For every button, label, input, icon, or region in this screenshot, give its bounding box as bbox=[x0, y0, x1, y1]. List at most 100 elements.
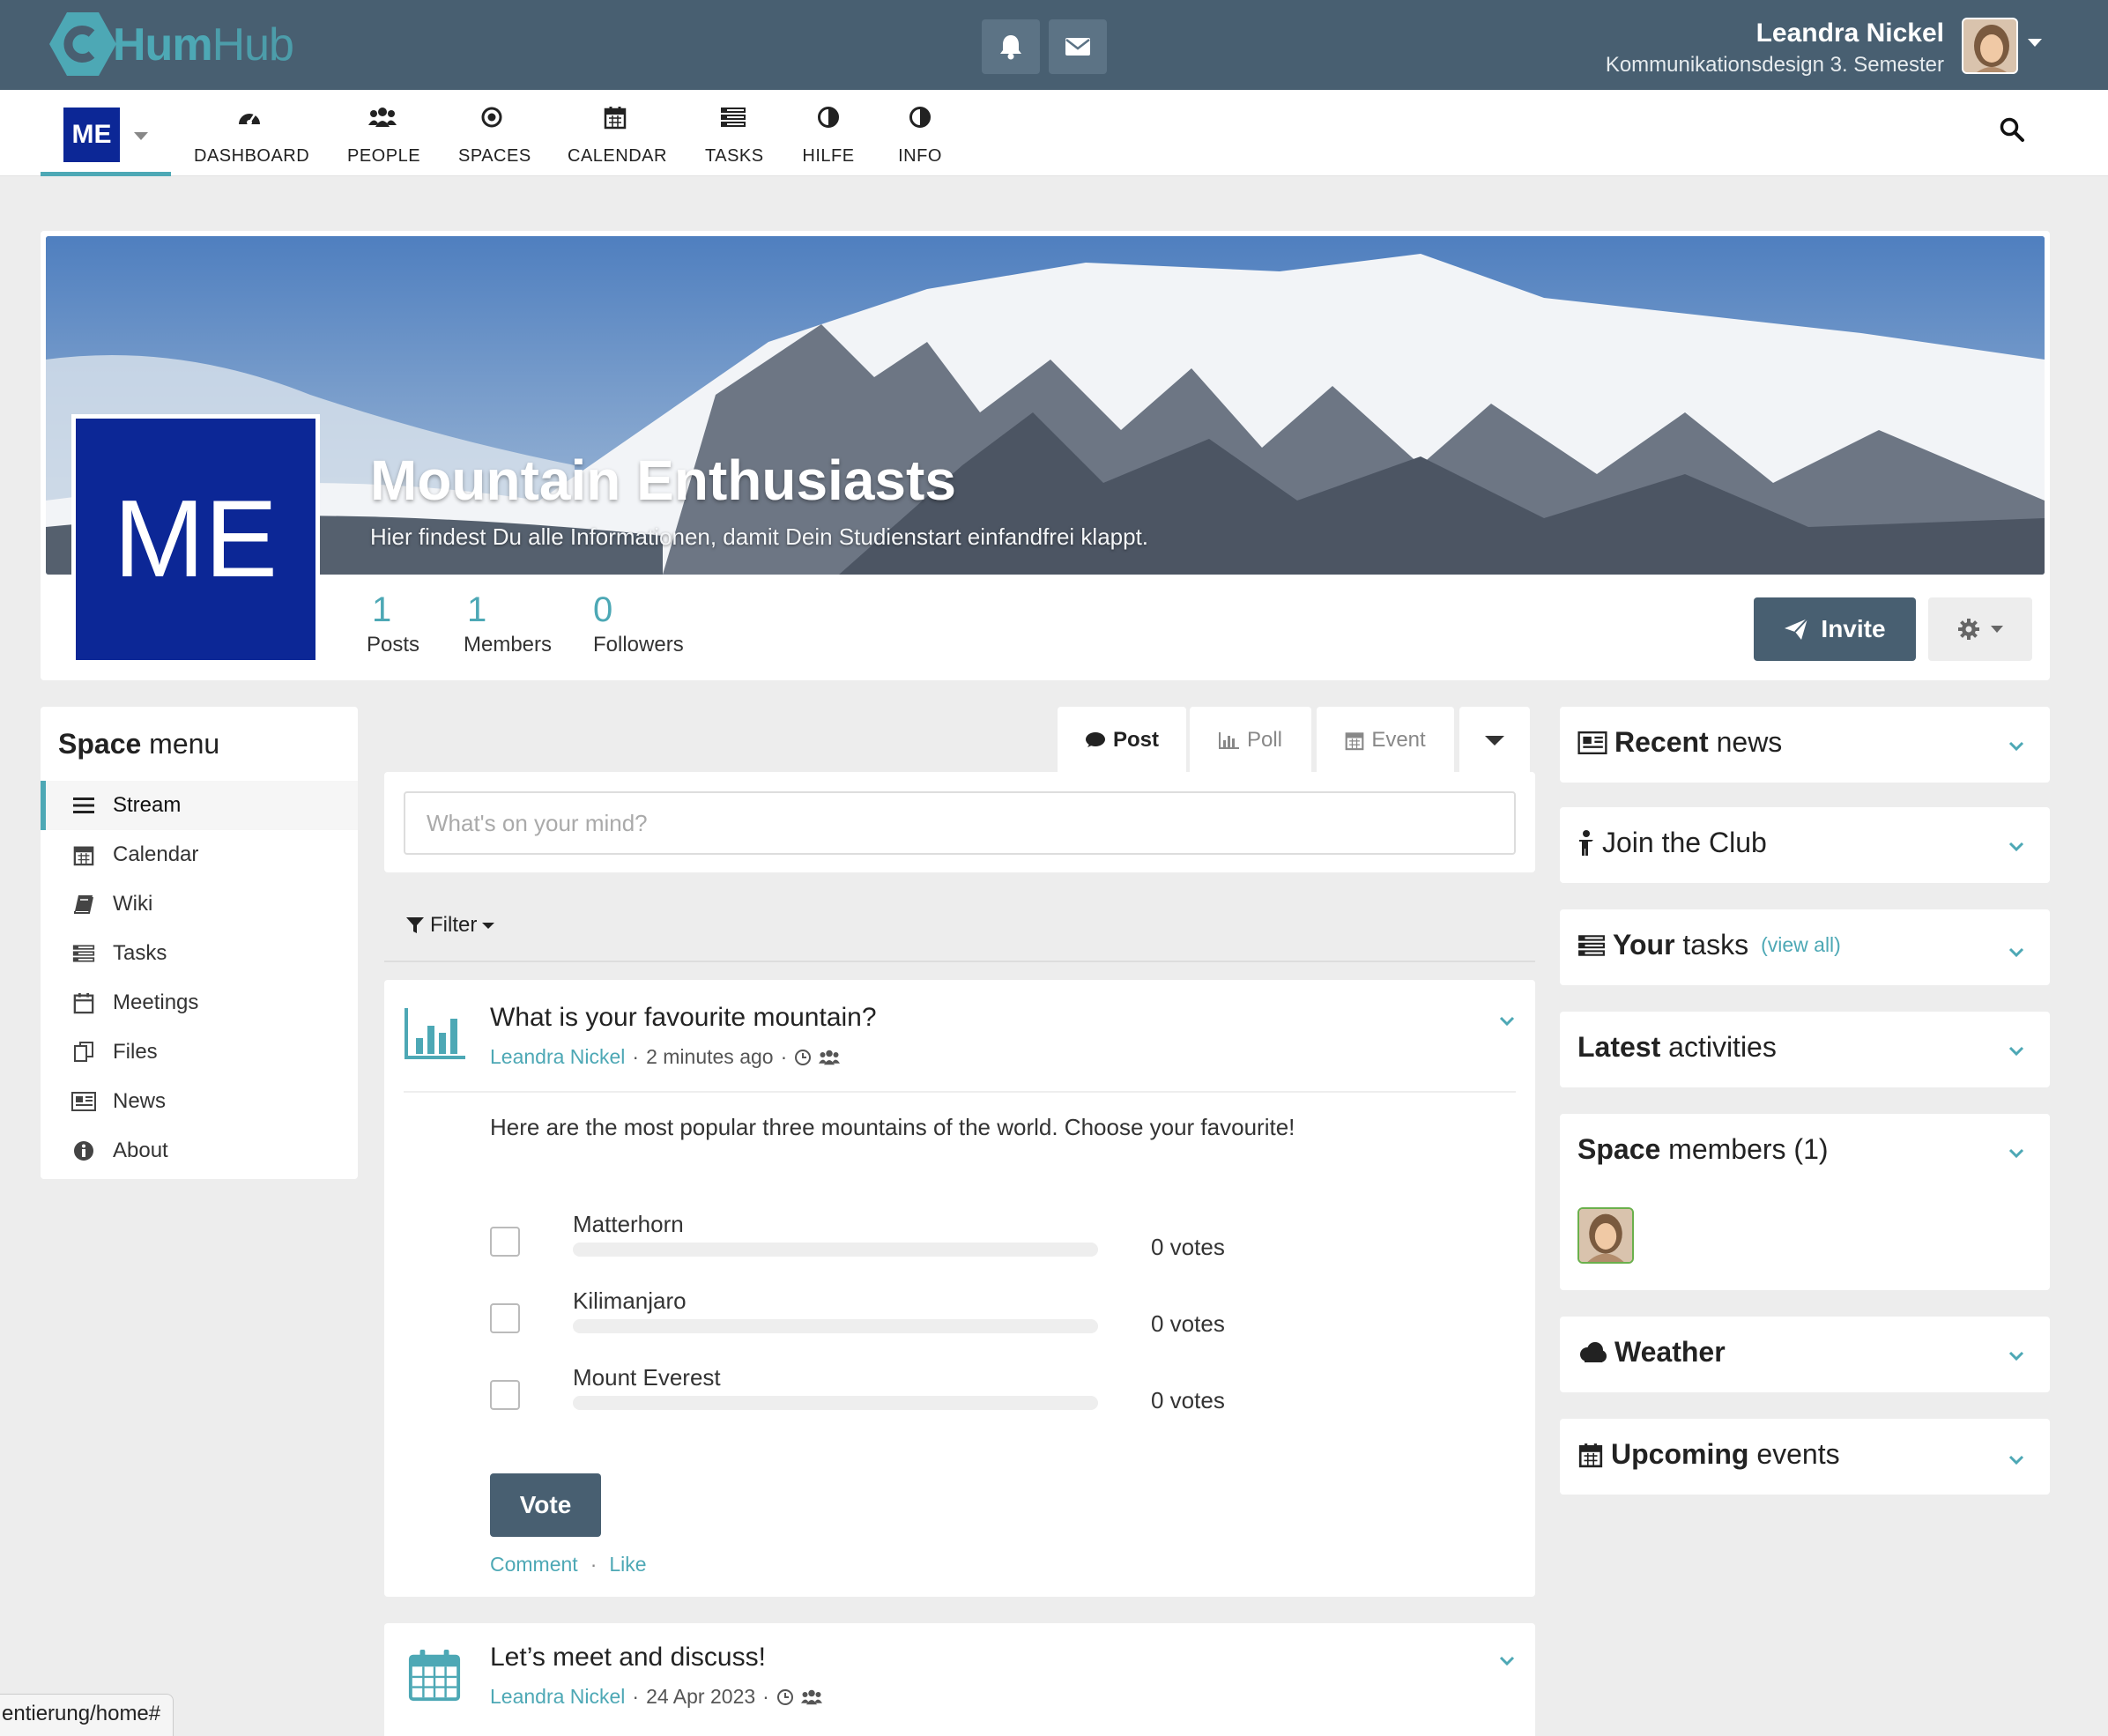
vote-button[interactable]: Vote bbox=[490, 1473, 601, 1537]
person-icon bbox=[1579, 829, 1593, 856]
comment-link[interactable]: Comment bbox=[490, 1553, 578, 1576]
chevron-down-icon[interactable] bbox=[2006, 941, 2027, 962]
messages-button[interactable] bbox=[1049, 19, 1107, 74]
invite-button[interactable]: Invite bbox=[1754, 597, 1916, 661]
nav-calendar[interactable]: CALENDAR bbox=[568, 102, 666, 173]
humhub-logo[interactable]: HumHub bbox=[46, 9, 294, 81]
clock-icon bbox=[776, 1688, 793, 1705]
post-title[interactable]: What is your favourite mountain? bbox=[490, 1003, 877, 1033]
menu-item-meetings[interactable]: Meetings bbox=[41, 978, 358, 1028]
top-bar: HumHub Leandra Nickel Kommunikationsdesi… bbox=[0, 0, 2108, 90]
like-link[interactable]: Like bbox=[609, 1553, 646, 1576]
poll-option-checkbox[interactable] bbox=[490, 1303, 520, 1333]
info-icon bbox=[74, 1141, 93, 1161]
menu-item-news[interactable]: News bbox=[41, 1077, 358, 1126]
filter-icon bbox=[406, 917, 424, 933]
space-banner: Mountain Enthusiasts Hier findest Du all… bbox=[46, 236, 2045, 575]
menu-item-wiki[interactable]: Wiki bbox=[41, 879, 358, 929]
stat-members[interactable]: 1 Members bbox=[464, 589, 560, 659]
poll-option-votes[interactable]: 0 votes bbox=[1151, 1234, 1225, 1261]
menu-item-about[interactable]: About bbox=[41, 1126, 358, 1176]
post-body: Here are the most popular three mountain… bbox=[490, 1114, 1295, 1140]
stat-followers[interactable]: 0 Followers bbox=[593, 589, 699, 659]
poll-option-label: Mount Everest bbox=[573, 1364, 721, 1391]
user-avatar[interactable] bbox=[1962, 18, 2018, 74]
chevron-down-icon[interactable] bbox=[2006, 1040, 2027, 1061]
space-settings-button[interactable] bbox=[1928, 597, 2032, 661]
people-icon bbox=[368, 108, 397, 127]
post-author[interactable]: Leandra Nickel bbox=[490, 1045, 625, 1069]
menu-item-calendar[interactable]: Calendar bbox=[41, 830, 358, 879]
post-time[interactable]: 2 minutes ago bbox=[646, 1045, 773, 1069]
post-meta: Leandra Nickel · 24 Apr 2023 · bbox=[490, 1685, 822, 1709]
user-menu[interactable]: Leandra Nickel Kommunikationsdesign 3. S… bbox=[1606, 16, 1944, 79]
space-avatar: ME bbox=[71, 414, 320, 664]
chevron-down-icon bbox=[1991, 626, 2003, 633]
chevron-down-icon[interactable] bbox=[2006, 1449, 2027, 1470]
space-header: Mountain Enthusiasts Hier findest Du all… bbox=[41, 231, 2050, 680]
nav-dashboard[interactable]: DASHBOARD bbox=[194, 102, 309, 173]
poll-post: What is your favourite mountain? Leandra… bbox=[384, 980, 1535, 1597]
logo-text: HumHub bbox=[113, 19, 294, 70]
poll-option-checkbox[interactable] bbox=[490, 1380, 520, 1410]
notifications-button[interactable] bbox=[982, 19, 1040, 74]
tasks-icon bbox=[1578, 934, 1605, 956]
tab-post[interactable]: Post bbox=[1058, 707, 1186, 774]
chevron-down-icon[interactable] bbox=[2006, 735, 2027, 756]
menu-item-files[interactable]: Files bbox=[41, 1028, 358, 1077]
chevron-down-icon[interactable] bbox=[2006, 835, 2027, 857]
post-title[interactable]: Let’s meet and discuss! bbox=[490, 1643, 766, 1673]
menu-item-tasks[interactable]: Tasks bbox=[41, 929, 358, 978]
chevron-down-icon bbox=[482, 922, 495, 929]
search-button[interactable] bbox=[1999, 116, 2034, 152]
nav-tasks[interactable]: TASKS bbox=[705, 102, 763, 173]
chevron-down-icon[interactable] bbox=[2006, 1142, 2027, 1163]
news-icon bbox=[71, 1092, 96, 1111]
widget-join-club[interactable]: Join the Club bbox=[1560, 807, 2050, 883]
nav-people[interactable]: PEOPLE bbox=[347, 102, 420, 173]
widget-latest-activities[interactable]: Latest activities bbox=[1560, 1012, 2050, 1087]
post-menu-chevron-icon[interactable] bbox=[1496, 1650, 1518, 1671]
widget-space-members[interactable]: Space members (1) bbox=[1560, 1114, 2050, 1290]
files-icon bbox=[74, 1042, 93, 1062]
stat-posts[interactable]: 1 Posts bbox=[367, 589, 419, 659]
poll-option-votes[interactable]: 0 votes bbox=[1151, 1310, 1225, 1338]
post-actions: Comment · Like bbox=[490, 1553, 647, 1576]
chevron-down-icon[interactable] bbox=[2006, 1345, 2027, 1366]
space-title: Mountain Enthusiasts bbox=[370, 449, 956, 512]
member-avatar[interactable] bbox=[1577, 1207, 1634, 1264]
widget-weather[interactable]: Weather bbox=[1560, 1317, 2050, 1392]
contrast-icon bbox=[909, 107, 931, 128]
search-icon bbox=[2000, 117, 2024, 142]
view-all-link[interactable]: (view all) bbox=[1761, 933, 1841, 957]
poll-option-checkbox[interactable] bbox=[490, 1227, 520, 1257]
cloud-icon bbox=[1580, 1341, 1607, 1362]
dashboard-icon bbox=[239, 114, 260, 125]
user-name: Leandra Nickel bbox=[1755, 19, 1944, 48]
calendar-outline-icon bbox=[73, 992, 94, 1014]
user-menu-caret-icon[interactable] bbox=[2028, 39, 2042, 47]
tab-poll[interactable]: Poll bbox=[1190, 707, 1311, 774]
post-separator bbox=[404, 1091, 1516, 1093]
nav-spaces[interactable]: SPACES bbox=[458, 102, 531, 173]
tab-more[interactable] bbox=[1459, 707, 1530, 774]
widget-recent-news[interactable]: Recent news bbox=[1560, 707, 2050, 783]
nav-hilfe[interactable]: HILFE bbox=[802, 102, 855, 173]
tab-event[interactable]: Event bbox=[1317, 707, 1454, 774]
avatar-photo bbox=[1963, 19, 2016, 72]
nav-info[interactable]: INFO bbox=[894, 102, 946, 173]
post-menu-chevron-icon[interactable] bbox=[1496, 1010, 1518, 1031]
gear-icon bbox=[1958, 619, 1979, 640]
bell-icon bbox=[1000, 35, 1021, 60]
post-time[interactable]: 24 Apr 2023 bbox=[646, 1685, 755, 1709]
post-author[interactable]: Leandra Nickel bbox=[490, 1685, 625, 1709]
menu-item-stream[interactable]: Stream bbox=[41, 781, 358, 830]
event-post: Let’s meet and discuss! Leandra Nickel ·… bbox=[384, 1623, 1535, 1736]
space-chooser[interactable]: ME bbox=[41, 90, 171, 176]
widget-your-tasks[interactable]: Your tasks (view all) bbox=[1560, 909, 2050, 985]
widget-upcoming-events[interactable]: Upcoming events bbox=[1560, 1419, 2050, 1495]
poll-option: Kilimanjaro 0 votes bbox=[490, 1287, 1283, 1356]
poll-option-votes[interactable]: 0 votes bbox=[1151, 1387, 1225, 1414]
post-input[interactable]: What's on your mind? bbox=[404, 791, 1516, 855]
filter-dropdown[interactable]: Filter bbox=[405, 913, 495, 938]
